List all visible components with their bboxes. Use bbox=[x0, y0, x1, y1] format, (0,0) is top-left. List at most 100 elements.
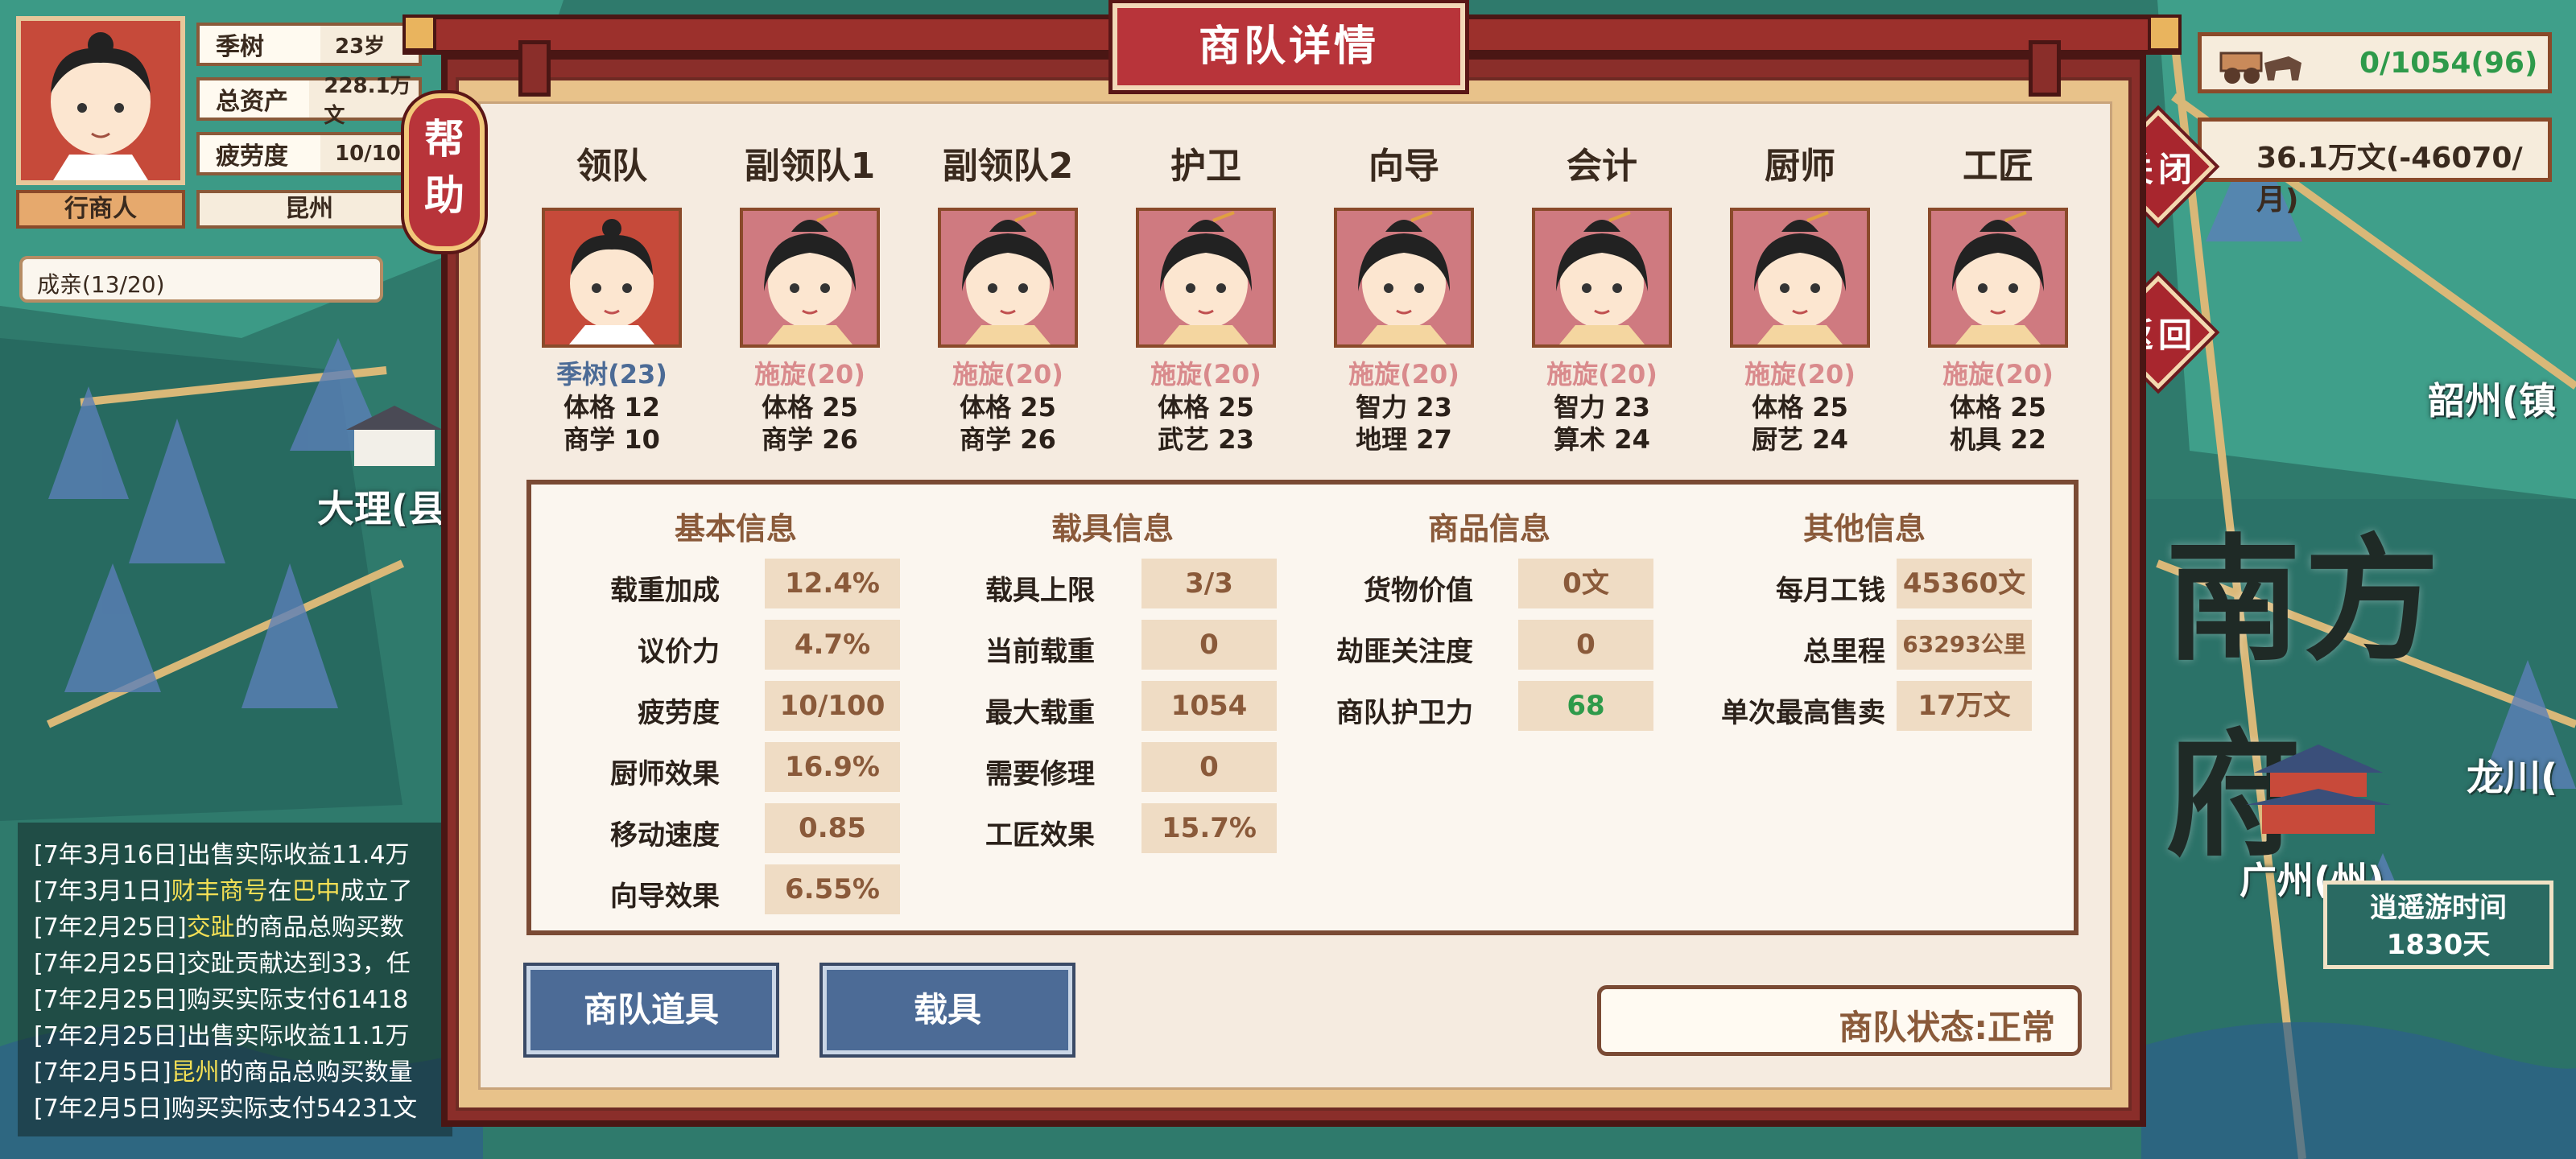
log-text: [7年2月25日]购买实际支付61418 bbox=[34, 986, 409, 1014]
info-row-label: 载重加成 bbox=[610, 575, 720, 607]
info-other-title: 其他信息 bbox=[1802, 511, 1926, 547]
log-text: [7年2月5日]购买实际支付54231文 bbox=[34, 1095, 418, 1123]
log-text: 的商品总购买数 bbox=[234, 914, 404, 942]
travel-time-days: 1830天 bbox=[2386, 929, 2491, 961]
member-portrait[interactable] bbox=[938, 208, 1078, 348]
beam-cap-left bbox=[402, 14, 436, 52]
member-role: 护卫 bbox=[1170, 146, 1241, 187]
member-portrait[interactable] bbox=[1532, 208, 1672, 348]
member-role: 会计 bbox=[1567, 146, 1637, 187]
event-log[interactable]: [7年3月16日]出售实际收益11.4万 [7年3月1日]财丰商号在巴中成立了 [7… bbox=[18, 823, 452, 1136]
beam-cap-right bbox=[2148, 14, 2182, 52]
member-stat-1: 体格 25 bbox=[1950, 392, 2046, 423]
log-text: [7年3月16日]出售实际收益11.4万 bbox=[34, 841, 410, 869]
hud-assets-label: 总资产 bbox=[200, 80, 310, 118]
member-stat-1: 体格 25 bbox=[1158, 392, 1254, 423]
log-line: [7年2月5日]昆州的商品总购买数量 bbox=[34, 1054, 436, 1091]
map-label-dali[interactable]: 大理(县 bbox=[317, 480, 445, 533]
member-card[interactable]: 副领队1 施旋(20) 体格 25 商学 26 bbox=[713, 137, 906, 456]
member-portrait[interactable] bbox=[1136, 208, 1276, 348]
log-line: [7年2月25日]出售实际收益11.1万 bbox=[34, 1018, 436, 1054]
player-face-icon bbox=[51, 32, 151, 180]
info-row-value: 16.9% bbox=[765, 742, 900, 792]
map-label-shaozhou[interactable]: 韶州(镇 bbox=[2428, 372, 2556, 425]
log-highlight[interactable]: 巴中 bbox=[292, 877, 341, 905]
member-name: 施旋(20) bbox=[1942, 359, 2054, 390]
info-row-label: 议价力 bbox=[638, 636, 720, 668]
member-name: 季树(23) bbox=[556, 359, 667, 390]
member-stat-2: 地理 27 bbox=[1356, 424, 1452, 455]
member-card[interactable]: 工匠 施旋(20) 体格 25 机具 22 bbox=[1901, 137, 2095, 456]
member-face-icon bbox=[743, 211, 877, 344]
player-portrait[interactable] bbox=[16, 16, 185, 185]
member-card[interactable]: 护卫 施旋(20) 体格 25 武艺 23 bbox=[1109, 137, 1302, 456]
hud-name-row: 季树 23岁 bbox=[196, 23, 422, 66]
help-button[interactable]: 帮助 bbox=[404, 93, 485, 251]
member-face-icon bbox=[545, 219, 679, 344]
member-portrait[interactable] bbox=[740, 208, 880, 348]
cart-icon bbox=[2219, 52, 2301, 84]
info-row-label: 移动速度 bbox=[610, 819, 720, 852]
info-goods-title: 商品信息 bbox=[1427, 511, 1550, 547]
info-row-label: 每月工钱 bbox=[1776, 575, 1885, 607]
caravan-items-button[interactable]: 商队道具 bbox=[526, 966, 776, 1054]
member-stat-2: 商学 26 bbox=[960, 424, 1056, 455]
log-highlight[interactable]: 交趾 bbox=[187, 914, 235, 942]
member-name: 施旋(20) bbox=[1744, 359, 1856, 390]
town-building-icon[interactable] bbox=[346, 406, 443, 470]
member-card[interactable]: 厨师 施旋(20) 体格 25 厨艺 24 bbox=[1703, 137, 1897, 456]
log-text: 的商品总购买数量 bbox=[219, 1058, 413, 1087]
info-row-value: 68 bbox=[1518, 681, 1653, 731]
member-stat-1: 智力 23 bbox=[1356, 392, 1452, 423]
member-role: 向导 bbox=[1368, 146, 1439, 187]
log-highlight[interactable]: 财丰商号 bbox=[171, 877, 268, 905]
member-portrait[interactable] bbox=[1730, 208, 1870, 348]
marriage-progress[interactable]: 成亲(13/20) bbox=[19, 256, 383, 303]
member-face-icon bbox=[1535, 211, 1669, 344]
member-card[interactable]: 向导 施旋(20) 智力 23 地理 27 bbox=[1307, 137, 1501, 456]
member-role: 副领队1 bbox=[744, 146, 876, 187]
log-text: [7年2月25日]出售实际收益11.1万 bbox=[34, 1022, 410, 1050]
member-card[interactable]: 会计 施旋(20) 智力 23 算术 24 bbox=[1505, 137, 1699, 456]
info-row-label: 疲劳度 bbox=[638, 697, 720, 729]
info-row-label: 向导效果 bbox=[610, 881, 720, 913]
log-text: [7年3月1日] bbox=[34, 877, 171, 905]
hud-fatigue-value: 10/100 bbox=[335, 142, 415, 166]
member-card[interactable]: 领队 季树(23) 体格 12 商学 10 bbox=[515, 137, 708, 456]
info-row-value: 15.7% bbox=[1141, 803, 1277, 853]
log-highlight[interactable]: 昆州 bbox=[171, 1058, 220, 1087]
info-basic-title: 基本信息 bbox=[674, 511, 797, 547]
beam-post-right bbox=[2029, 40, 2061, 97]
hud-assets-value: 228.1万文 bbox=[324, 74, 411, 128]
member-name: 施旋(20) bbox=[1150, 359, 1261, 390]
vehicle-button[interactable]: 载具 bbox=[823, 966, 1072, 1054]
info-row-value: 10/100 bbox=[765, 681, 900, 731]
money-display: 36.1万文(-46070/月) bbox=[2198, 118, 2552, 217]
log-text: [7年2月5日] bbox=[34, 1058, 171, 1087]
member-face-icon bbox=[941, 211, 1075, 344]
member-name: 施旋(20) bbox=[952, 359, 1063, 390]
log-text: [7年2月25日] bbox=[34, 914, 187, 942]
info-row-label: 单次最高售卖 bbox=[1721, 697, 1885, 729]
info-row-label: 当前载重 bbox=[985, 636, 1095, 668]
caravan-status: 商队状态:正常 bbox=[1597, 985, 2082, 1056]
log-line: [7年2月25日]交趾的商品总购买数 bbox=[34, 909, 436, 946]
member-portrait[interactable] bbox=[542, 208, 682, 348]
member-face-icon bbox=[1733, 211, 1867, 344]
member-name: 施旋(20) bbox=[754, 359, 865, 390]
info-row-label: 最大载重 bbox=[985, 697, 1095, 729]
hud-fatigue-label: 疲劳度 bbox=[200, 135, 320, 172]
member-face-icon bbox=[1931, 211, 2065, 344]
info-row-value: 6.55% bbox=[765, 864, 900, 914]
info-row-label: 载具上限 bbox=[985, 575, 1095, 607]
city-building-icon[interactable] bbox=[2246, 740, 2391, 837]
member-portrait[interactable] bbox=[1928, 208, 2068, 348]
info-row-value: 3/3 bbox=[1141, 559, 1277, 608]
member-stat-2: 商学 26 bbox=[762, 424, 858, 455]
beam-post-left bbox=[518, 40, 551, 97]
member-name: 施旋(20) bbox=[1546, 359, 1657, 390]
travel-time: 逍遥游时间 1830天 bbox=[2323, 881, 2553, 969]
member-portrait[interactable] bbox=[1334, 208, 1474, 348]
member-card[interactable]: 副领队2 施旋(20) 体格 25 商学 26 bbox=[911, 137, 1104, 456]
info-row-value: 45360文 bbox=[1897, 559, 2032, 608]
